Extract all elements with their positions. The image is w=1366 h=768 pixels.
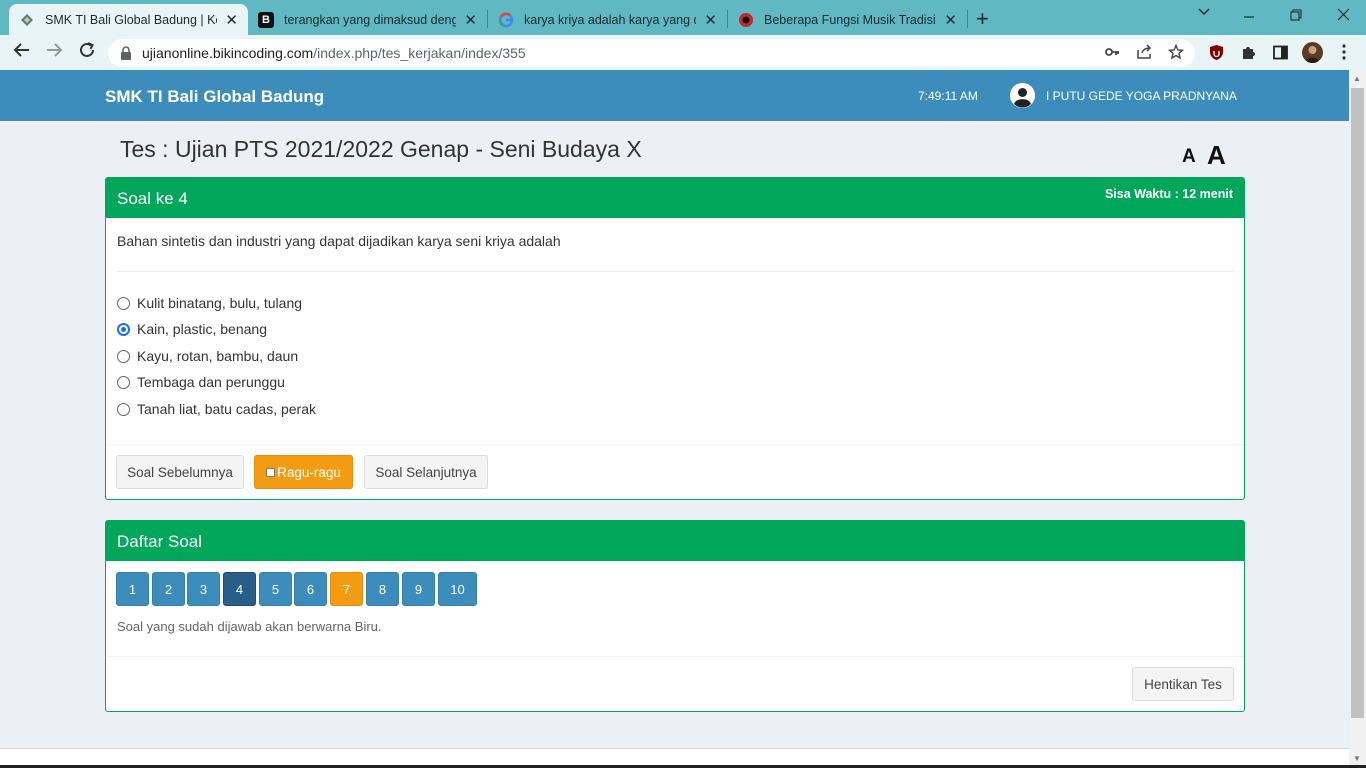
url-path: /index.php/tes_kerjakan/index/355 [313, 45, 526, 61]
bookmark-star-icon[interactable] [1167, 43, 1185, 63]
answer-option-d[interactable]: Tembaga dan perunggu [117, 373, 285, 391]
question-number-button[interactable]: 2 [152, 572, 185, 606]
page-scrollbar[interactable]: ▲ ▼ [1349, 70, 1366, 768]
tab-title: Beberapa Fungsi Musik Tradision [764, 12, 937, 27]
browser-toolbar: ujianonline.bikincoding.com/index.php/te… [0, 35, 1366, 70]
radio-button[interactable] [117, 349, 130, 363]
minimize-icon[interactable] [1243, 10, 1255, 27]
font-size-increase-button[interactable]: A [1207, 140, 1226, 171]
option-label: Tembaga dan perunggu [137, 374, 285, 390]
radio-button[interactable] [117, 375, 130, 389]
doubt-checkbox[interactable] [266, 467, 276, 477]
option-label: Kain, plastic, benang [137, 321, 267, 337]
browser-tab-3[interactable]: karya kriya adalah karya yang dib ✕ [488, 4, 727, 35]
close-tab-icon[interactable]: ✕ [464, 11, 477, 29]
share-icon[interactable] [1136, 44, 1152, 63]
doubt-label: Ragu-ragu [277, 464, 341, 480]
google-icon [498, 12, 514, 28]
question-number-button[interactable]: 5 [259, 572, 292, 606]
browser-tab-1[interactable]: SMK TI Bali Global Badung | Kerja ✕ [9, 4, 248, 35]
browser-tab-2[interactable]: B terangkan yang dimaksud denga ✕ [248, 4, 487, 35]
key-icon[interactable] [1104, 44, 1120, 63]
option-label: Kulit binatang, bulu, tulang [137, 295, 303, 311]
tab-search-icon[interactable] [1197, 4, 1211, 22]
question-box: Soal ke 4 Sisa Waktu : 12 menit Bahan si… [105, 177, 1245, 500]
ublock-icon[interactable] [1208, 44, 1225, 61]
brand-title[interactable]: SMK TI Bali Global Badung [105, 87, 324, 107]
forward-icon[interactable] [45, 41, 63, 64]
radio-button-selected[interactable] [117, 322, 130, 336]
footer-divider [106, 656, 1244, 657]
question-list-box: Daftar Soal 1 2 3 4 5 6 7 8 9 10 Soal ya… [105, 520, 1245, 712]
browser-menu-icon[interactable] [1341, 43, 1347, 64]
option-label: Tanah liat, batu cadas, perak [137, 401, 317, 417]
lock-icon [121, 46, 131, 60]
previous-question-button[interactable]: Soal Sebelumnya [116, 455, 244, 489]
news-icon [738, 12, 754, 28]
answer-option-c[interactable]: Kayu, rotan, bambu, daun [117, 347, 298, 365]
divider [117, 271, 1234, 272]
close-tab-icon[interactable]: ✕ [225, 11, 238, 29]
next-question-button[interactable]: Soal Selanjutnya [364, 455, 488, 489]
restore-icon[interactable] [1290, 8, 1302, 25]
question-number-button[interactable]: 1 [116, 572, 149, 606]
close-tab-icon[interactable]: ✕ [704, 11, 717, 29]
question-number-button[interactable]: 10 [438, 572, 477, 606]
reload-icon[interactable] [78, 41, 96, 64]
option-label: Kayu, rotan, bambu, daun [137, 348, 299, 364]
user-name[interactable]: I PUTU GEDE YOGA PRADNYANA [1046, 89, 1237, 103]
tab-title: SMK TI Bali Global Badung | Kerja [45, 12, 218, 27]
question-number-button[interactable]: 6 [294, 572, 327, 606]
scroll-up-arrow-icon[interactable]: ▲ [1353, 74, 1361, 83]
tab-title: karya kriya adalah karya yang dib [524, 12, 697, 27]
footer-divider [106, 444, 1244, 445]
profile-avatar[interactable] [1302, 42, 1323, 63]
close-window-icon[interactable] [1337, 8, 1350, 25]
clock-display: 7:49:11 AM [918, 89, 978, 103]
question-number-button[interactable]: 3 [187, 572, 220, 606]
user-avatar-icon[interactable] [1010, 83, 1035, 108]
side-panel-icon[interactable] [1272, 44, 1289, 61]
radio-button[interactable] [117, 296, 130, 310]
question-text: Bahan sintetis dan industri yang dapat d… [117, 233, 561, 249]
address-bar[interactable]: ujianonline.bikincoding.com/index.php/te… [108, 39, 1195, 67]
new-tab-button[interactable]: + [976, 6, 989, 32]
question-number-button[interactable]: 8 [366, 572, 399, 606]
question-number-button-doubt[interactable]: 7 [330, 572, 363, 606]
app-header: SMK TI Bali Global Badung 7:49:11 AM I P… [0, 70, 1349, 121]
browser-tab-4[interactable]: Beberapa Fungsi Musik Tradision ✕ [728, 4, 967, 35]
question-number-button-current[interactable]: 4 [223, 572, 256, 606]
time-remaining: Sisa Waktu : 12 menit [1104, 187, 1233, 201]
browser-tab-strip: SMK TI Bali Global Badung | Kerja ✕ B te… [0, 0, 1366, 35]
tab-title: terangkan yang dimaksud denga [284, 12, 457, 27]
question-number-button[interactable]: 9 [402, 572, 435, 606]
back-icon[interactable] [13, 41, 31, 64]
page-title: Tes : Ujian PTS 2021/2022 Genap - Seni B… [120, 136, 642, 162]
extensions-puzzle-icon[interactable] [1240, 44, 1257, 61]
font-size-decrease-button[interactable]: A [1182, 146, 1196, 168]
doubt-button[interactable]: Ragu-ragu [254, 455, 353, 489]
url-host: ujianonline.bikincoding.com [142, 45, 314, 61]
answer-option-e[interactable]: Tanah liat, batu cadas, perak [117, 400, 316, 418]
stop-test-button[interactable]: Hentikan Tes [1132, 667, 1234, 701]
question-list-header: Daftar Soal [106, 521, 1244, 561]
tab-separator [967, 10, 968, 28]
radio-button[interactable] [117, 402, 130, 416]
answer-option-a[interactable]: Kulit binatang, bulu, tulang [117, 294, 302, 312]
question-number: Soal ke 4 [117, 189, 188, 208]
brainly-icon: B [258, 11, 274, 28]
scroll-down-arrow-icon[interactable]: ▼ [1353, 754, 1361, 763]
scroll-thumb[interactable] [1351, 88, 1364, 718]
answered-hint: Soal yang sudah dijawab akan berwarna Bi… [117, 619, 382, 634]
close-tab-icon[interactable]: ✕ [944, 11, 957, 29]
school-logo-icon [19, 12, 35, 28]
question-box-header: Soal ke 4 Sisa Waktu : 12 menit [106, 178, 1244, 218]
question-list-title: Daftar Soal [117, 532, 203, 551]
answer-option-b[interactable]: Kain, plastic, benang [117, 320, 267, 338]
